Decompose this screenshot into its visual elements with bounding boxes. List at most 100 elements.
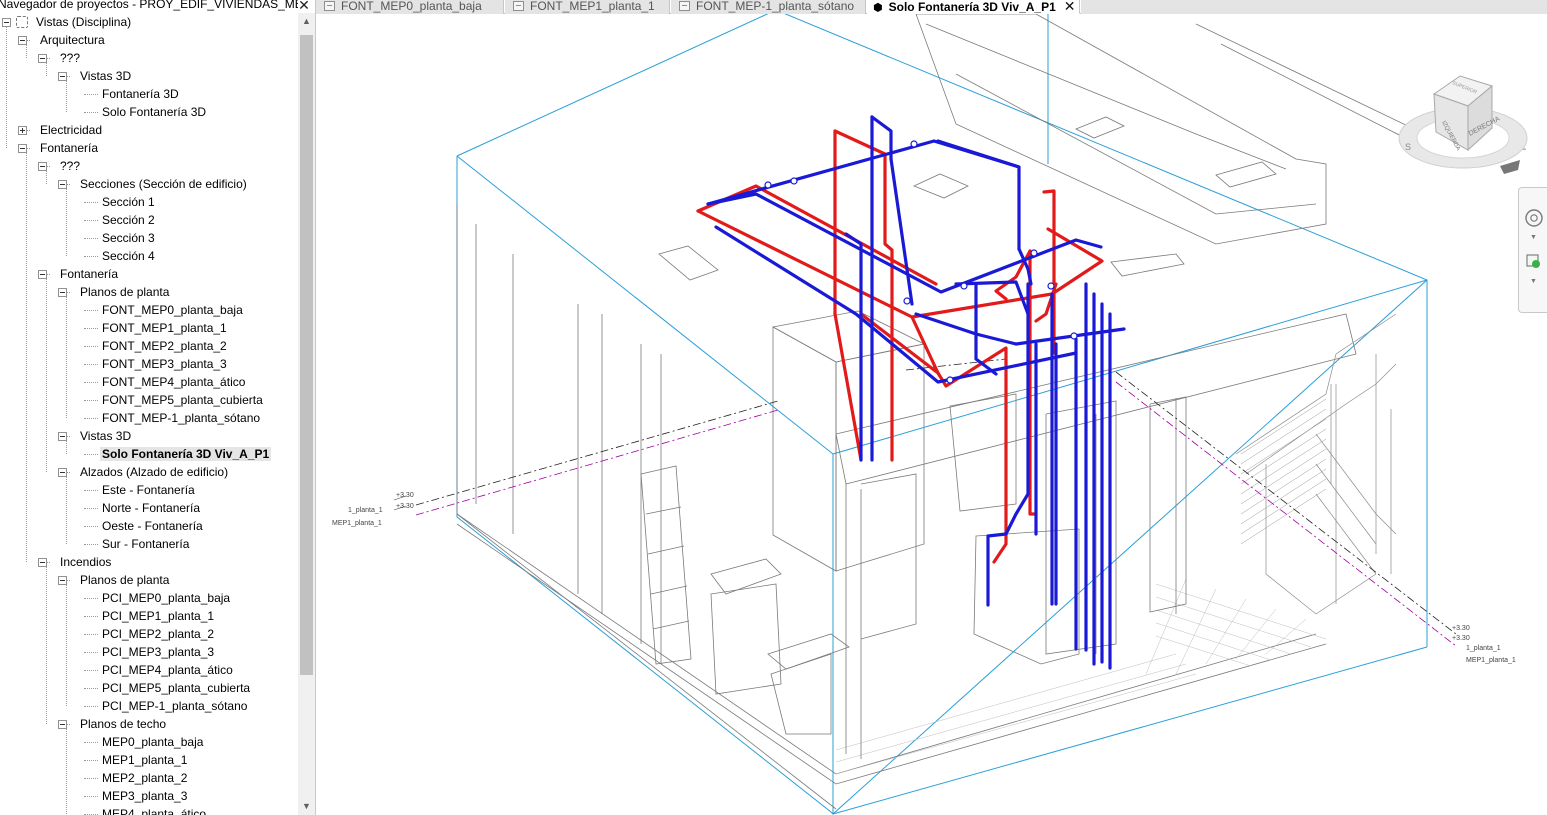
tree-node[interactable]: Vistas 3D — [78, 427, 133, 445]
tree-guide-line — [26, 45, 27, 58]
tree-node[interactable]: FONT_MEP-1_planta_sótano — [100, 409, 262, 427]
tree-node[interactable]: FONT_MEP0_planta_baja — [100, 301, 245, 319]
tree-connector — [84, 382, 98, 383]
tree-node[interactable]: Planos de planta — [78, 571, 171, 589]
tree-node-label: Solo Fontanería 3D — [102, 105, 207, 119]
level-tag-right[interactable]: 1_planta_1 MEP1_planta_1 +3.30 +3.30 — [1452, 625, 1516, 664]
close-icon[interactable]: ✕ — [297, 0, 311, 13]
tab-font-mep-1-planta-sotano[interactable]: FONT_MEP-1_planta_sótano — [671, 0, 866, 14]
collapse-icon[interactable] — [58, 720, 67, 729]
tree-connector — [84, 760, 98, 761]
tree-node[interactable]: Fontanería — [38, 139, 100, 157]
tree-connector — [84, 490, 98, 491]
collapse-icon[interactable] — [58, 72, 67, 81]
collapse-icon[interactable] — [18, 144, 27, 153]
level-tag-left[interactable]: 1_planta_1 MEP1_planta_1 +3.30 +3.30 — [332, 492, 414, 527]
scroll-up-arrow-icon[interactable]: ▲ — [298, 13, 315, 30]
viewcube[interactable]: IZQUIERDA DERECHA SUPERIOR S — [1396, 70, 1531, 180]
tree-node[interactable]: ??? — [58, 157, 82, 175]
section-box[interactable] — [456, 14, 1428, 815]
tree-node[interactable]: Solo Fontanería 3D Viv_A_P1 — [100, 445, 272, 463]
collapse-icon[interactable] — [2, 18, 11, 27]
tree-node[interactable]: Solo Fontanería 3D — [100, 103, 208, 121]
project-browser-title: Navegador de proyectos - PROY_EDIF_VIVIE… — [0, 0, 298, 13]
tree-node[interactable]: Este - Fontanería — [100, 481, 197, 499]
tree-node[interactable]: FONT_MEP1_planta_1 — [100, 319, 229, 337]
collapse-icon[interactable] — [38, 162, 47, 171]
tree-connector — [84, 526, 98, 527]
3d-view-icon: ⬢ — [873, 2, 883, 14]
collapse-icon[interactable] — [58, 432, 67, 441]
tree-scrollbar[interactable]: ▲ ▼ — [298, 13, 315, 815]
chevron-down-icon[interactable]: ▼ — [1530, 234, 1537, 241]
tree-node[interactable]: Sur - Fontanería — [100, 535, 191, 553]
tab-label: Solo Fontanería 3D Viv_A_P1 — [888, 0, 1056, 14]
scroll-down-arrow-icon[interactable]: ▼ — [298, 798, 315, 815]
tree-node[interactable]: PCI_MEP0_planta_baja — [100, 589, 232, 607]
tree-node[interactable]: Planos de techo — [78, 715, 168, 733]
tree-node[interactable]: PCI_MEP1_planta_1 — [100, 607, 216, 625]
tree-node[interactable]: Norte - Fontanería — [100, 499, 202, 517]
tree-node[interactable]: Secciones (Sección de edificio) — [78, 175, 249, 193]
tree-connector — [84, 346, 98, 347]
tab-font-mep0-planta-baja[interactable]: FONT_MEP0_planta_baja — [316, 0, 504, 14]
tree-node[interactable]: PCI_MEP5_planta_cubierta — [100, 679, 252, 697]
collapse-icon[interactable] — [58, 180, 67, 189]
tree-node[interactable]: MEP0_planta_baja — [100, 733, 205, 751]
tree-node[interactable]: Incendios — [58, 553, 113, 571]
collapse-icon[interactable] — [58, 576, 67, 585]
tree-node[interactable]: MEP3_planta_3 — [100, 787, 189, 805]
tree-node[interactable]: MEP1_planta_1 — [100, 751, 189, 769]
tree-node-label: Vistas 3D — [80, 69, 132, 83]
expand-icon[interactable] — [18, 126, 27, 135]
close-tab-icon[interactable]: ✕ — [1064, 0, 1076, 13]
collapse-icon[interactable] — [18, 36, 27, 45]
collapse-icon[interactable] — [38, 54, 47, 63]
tree-node[interactable]: PCI_MEP4_planta_ático — [100, 661, 235, 679]
tree-node[interactable]: PCI_MEP2_planta_2 — [100, 625, 216, 643]
tree-node[interactable]: Fontanería — [58, 265, 120, 283]
tree-node-label: MEP0_planta_baja — [102, 735, 204, 749]
3d-viewport[interactable]: 1_planta_1 MEP1_planta_1 +3.30 +3.30 1_p… — [316, 14, 1547, 815]
tree-connector — [84, 652, 98, 653]
tree-node-label: FONT_MEP1_planta_1 — [102, 321, 227, 335]
tree-node[interactable]: PCI_MEP-1_planta_sótano — [100, 697, 249, 715]
tree-connector — [84, 202, 98, 203]
tree-node[interactable]: MEP4_planta_ático — [100, 805, 208, 815]
collapse-icon[interactable] — [58, 468, 67, 477]
tab-solo-fontaneria-3d[interactable]: ⬢ Solo Fontanería 3D Viv_A_P1 ✕ — [867, 0, 1080, 14]
tree-node[interactable]: MEP2_planta_2 — [100, 769, 189, 787]
tree-node[interactable]: PCI_MEP3_planta_3 — [100, 643, 216, 661]
tree-node[interactable]: ??? — [58, 49, 82, 67]
tree-node[interactable]: FONT_MEP5_planta_cubierta — [100, 391, 265, 409]
tree-node[interactable]: Arquitectura — [38, 31, 107, 49]
collapse-icon[interactable] — [58, 288, 67, 297]
tree-node-label: PCI_MEP1_planta_1 — [102, 609, 215, 623]
tree-node[interactable]: FONT_MEP4_planta_ático — [100, 373, 247, 391]
tree-node[interactable]: Sección 3 — [100, 229, 157, 247]
tree-node[interactable]: Vistas (Disciplina) — [34, 13, 133, 31]
tree-node[interactable]: FONT_MEP2_planta_2 — [100, 337, 229, 355]
tree-node[interactable]: Fontanería 3D — [100, 85, 181, 103]
tree-node-label: FONT_MEP4_planta_ático — [102, 375, 246, 389]
collapse-icon[interactable] — [38, 270, 47, 279]
tab-font-mep1-planta-1[interactable]: FONT_MEP1_planta_1 — [505, 0, 670, 14]
steering-wheel-icon[interactable] — [1524, 208, 1544, 228]
tree-connector — [84, 598, 98, 599]
tree-node[interactable]: Planos de planta — [78, 283, 171, 301]
tree-node[interactable]: Sección 2 — [100, 211, 157, 229]
viewcube-home-arrow-icon[interactable] — [1500, 160, 1520, 174]
tree-node[interactable]: Sección 4 — [100, 247, 157, 265]
chevron-down-icon[interactable]: ▼ — [1530, 278, 1537, 285]
zoom-region-icon[interactable] — [1524, 252, 1544, 272]
tree-node[interactable]: Oeste - Fontanería — [100, 517, 205, 535]
plumbing-3d-model[interactable]: 1_planta_1 MEP1_planta_1 +3.30 +3.30 1_p… — [316, 14, 1547, 815]
tree-node[interactable]: Vistas 3D — [78, 67, 133, 85]
tree-guide-line — [66, 81, 67, 112]
collapse-icon[interactable] — [38, 558, 47, 567]
scroll-thumb[interactable] — [300, 35, 313, 675]
tree-node[interactable]: FONT_MEP3_planta_3 — [100, 355, 229, 373]
tree-node[interactable]: Sección 1 — [100, 193, 157, 211]
tree-node[interactable]: Alzados (Alzado de edificio) — [78, 463, 230, 481]
tree-node[interactable]: Electricidad — [38, 121, 104, 139]
